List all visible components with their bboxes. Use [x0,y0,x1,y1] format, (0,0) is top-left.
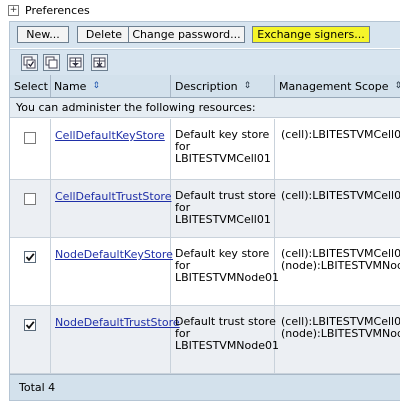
clear-filter-icon[interactable] [91,54,108,71]
preferences-label: Preferences [25,3,90,17]
table-row: CellDefaultTrustStore Default trust store… [10,180,400,238]
description-line: Default trust store [175,315,276,328]
select-cell [10,306,51,373]
description-line: LBITESTVMCell01 [175,152,271,165]
description-line: Default trust store [175,189,276,202]
administer-text: You can administer the following resourc… [16,101,256,114]
select-cell [10,119,51,179]
show-filter-icon[interactable] [67,54,84,71]
column-header-scope[interactable]: Management Scope ⇕ [275,75,400,97]
description-cell: Default trust store for LBITESTVMCell01 [171,180,276,237]
column-header-name[interactable]: Name ⇕ [51,75,171,97]
button-bar: New... Delete Change password... Exchang… [10,22,400,48]
scope-cell: (cell):LBITESTVMCell01 [275,119,400,179]
keystore-description: Default key store for LBITESTVMNode01 [175,248,279,284]
scope-cell: (cell):LBITESTVMCell01: (node):LBITESTVMN… [275,306,400,373]
table-header: Select Name ⇕ Description ⇕ Management S… [10,75,400,98]
table-row: NodeDefaultKeyStore Default key store for L… [10,238,400,306]
keystore-description: Default trust store for LBITESTVMNode01 [175,316,279,352]
keystore-description: Default trust store for LBITESTVMCell01 [175,190,276,226]
deselect-all-icon[interactable] [43,54,60,71]
description-line: LBITESTVMNode01 [175,339,280,352]
row-select-checkbox[interactable] [24,132,36,144]
name-cell: NodeDefaultTrustStore [51,306,180,373]
name-cell: NodeDefaultKeyStore [51,238,173,305]
description-header-label: Description [175,79,238,93]
management-scope: (cell):LBITESTVMCell01: (node):LBITESTVMN… [281,248,400,272]
description-cell: Default key store for LBITESTVMNode01 [171,238,279,305]
table-row: CellDefaultKeyStore Default key store for L… [10,119,400,180]
description-cell: Default trust store for LBITESTVMNode01 [171,306,279,373]
scope-line: (node):LBITESTVMNode [281,327,400,340]
table-footer: Total 4 [10,374,400,400]
keystore-description: Default key store for LBITESTVMCell01 [175,129,271,165]
name-cell: CellDefaultKeyStore [51,119,171,179]
sort-ascending-icon[interactable]: ⇕ [92,81,99,91]
scope-cell: (cell):LBITESTVMCell01 [275,180,400,237]
row-select-checkbox[interactable] [24,193,36,205]
row-select-checkbox[interactable] [24,251,36,263]
description-line: LBITESTVMCell01 [175,213,271,226]
preferences-section-header[interactable]: + Preferences [8,2,90,18]
administer-message: You can administer the following resourc… [10,98,400,118]
keystore-name-link[interactable]: NodeDefaultKeyStore [55,248,173,261]
expand-icon[interactable]: + [8,4,19,16]
keystore-name-link[interactable]: CellDefaultTrustStore [55,190,171,203]
table-row: NodeDefaultTrustStore Default trust store… [10,306,400,374]
scope-line: (cell):LBITESTVMCell01 [281,189,400,202]
column-header-select: Select [10,75,51,97]
keystore-name-link[interactable]: CellDefaultKeyStore [55,129,165,142]
scope-line: (node):LBITESTVMNode [281,259,400,272]
name-cell: CellDefaultTrustStore [51,180,171,237]
select-cell [10,238,51,305]
total-count: Total 4 [19,381,56,394]
management-scope: (cell):LBITESTVMCell01: (node):LBITESTVMN… [281,316,400,340]
scope-line: (cell):LBITESTVMCell01 [281,128,400,141]
exchange-signers-button[interactable]: Exchange signers... [252,26,370,43]
change-password-button[interactable]: Change password... [128,26,245,43]
name-header-label: Name [54,79,87,93]
description-line: LBITESTVMNode01 [175,271,280,284]
delete-button[interactable]: Delete [77,26,131,43]
management-scope: (cell):LBITESTVMCell01 [281,129,400,141]
keystore-name-link[interactable]: NodeDefaultTrustStore [55,316,180,329]
select-cell [10,180,51,237]
select-all-icon[interactable] [21,54,38,71]
description-line: Default key store [175,247,270,260]
new-button[interactable]: New... [17,26,69,43]
select-header-label: Select [14,79,48,93]
scope-header-label: Management Scope [279,79,389,93]
description-cell: Default key store for LBITESTVMCell01 [171,119,275,179]
management-scope: (cell):LBITESTVMCell01 [281,190,400,202]
sort-icon[interactable]: ⇕ [244,81,251,91]
scope-cell: (cell):LBITESTVMCell01: (node):LBITESTVMN… [275,238,400,305]
icon-toolbar [10,49,400,75]
sort-icon[interactable]: ⇕ [394,81,400,91]
column-header-description[interactable]: Description ⇕ [171,75,275,97]
row-select-checkbox[interactable] [24,319,36,331]
keystore-panel: New... Delete Change password... Exchang… [9,21,400,401]
